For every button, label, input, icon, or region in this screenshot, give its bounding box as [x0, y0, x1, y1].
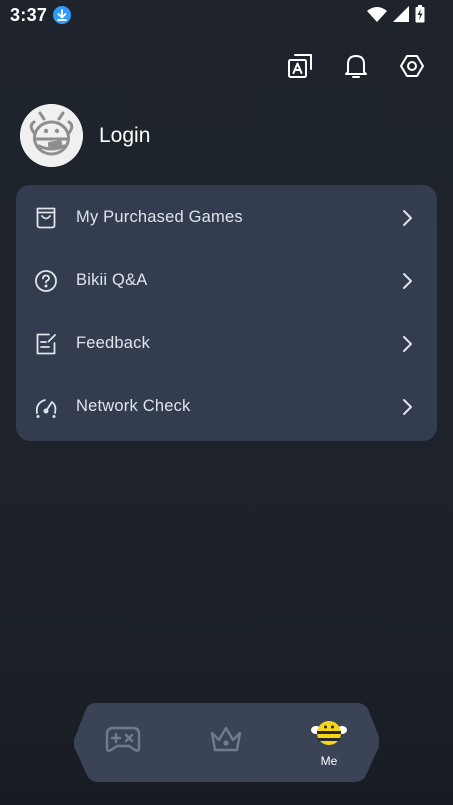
menu-item-network-check[interactable]: Network Check — [16, 375, 437, 438]
login-label: Login — [99, 123, 151, 147]
login-profile[interactable]: Login — [20, 104, 150, 167]
menu-label: Feedback — [76, 334, 151, 352]
translate-icon[interactable] — [284, 50, 316, 82]
bee-avatar-icon — [20, 104, 83, 167]
nav-label-me: Me — [320, 754, 338, 768]
chevron-right-icon — [401, 398, 415, 416]
bee-icon — [310, 717, 348, 752]
download-badge-icon — [53, 6, 71, 24]
speedometer-icon — [34, 395, 58, 419]
menu-item-feedback[interactable]: Feedback — [16, 312, 437, 375]
wifi-icon — [367, 6, 387, 27]
gamepad-icon — [105, 724, 141, 759]
menu-label: Bikii Q&A — [76, 271, 148, 289]
chevron-right-icon — [401, 272, 415, 290]
settings-hex-icon[interactable] — [396, 50, 428, 82]
top-actions — [284, 50, 428, 82]
menu-card: My Purchased Games Bikii Q&A Feedback Ne… — [16, 185, 437, 441]
nav-item-games[interactable] — [78, 703, 168, 782]
menu-item-bikii-qa[interactable]: Bikii Q&A — [16, 249, 437, 312]
nav-item-me[interactable]: Me — [284, 703, 374, 782]
battery-charging-icon — [415, 5, 425, 28]
menu-item-purchased-games[interactable]: My Purchased Games — [16, 186, 437, 249]
question-circle-icon — [34, 269, 58, 293]
edit-note-icon — [34, 332, 58, 356]
chevron-right-icon — [401, 209, 415, 227]
crown-icon — [208, 724, 244, 759]
menu-label: Network Check — [76, 397, 191, 415]
bell-icon[interactable] — [340, 50, 372, 82]
bottom-nav: Me — [74, 703, 379, 782]
signal-icon — [393, 6, 409, 27]
shopping-bag-icon — [34, 206, 58, 230]
menu-label: My Purchased Games — [76, 208, 243, 226]
status-time: 3:37 — [10, 5, 48, 25]
status-bar: 3:37 — [0, 0, 453, 32]
chevron-right-icon — [401, 335, 415, 353]
nav-item-crown[interactable] — [181, 703, 271, 782]
